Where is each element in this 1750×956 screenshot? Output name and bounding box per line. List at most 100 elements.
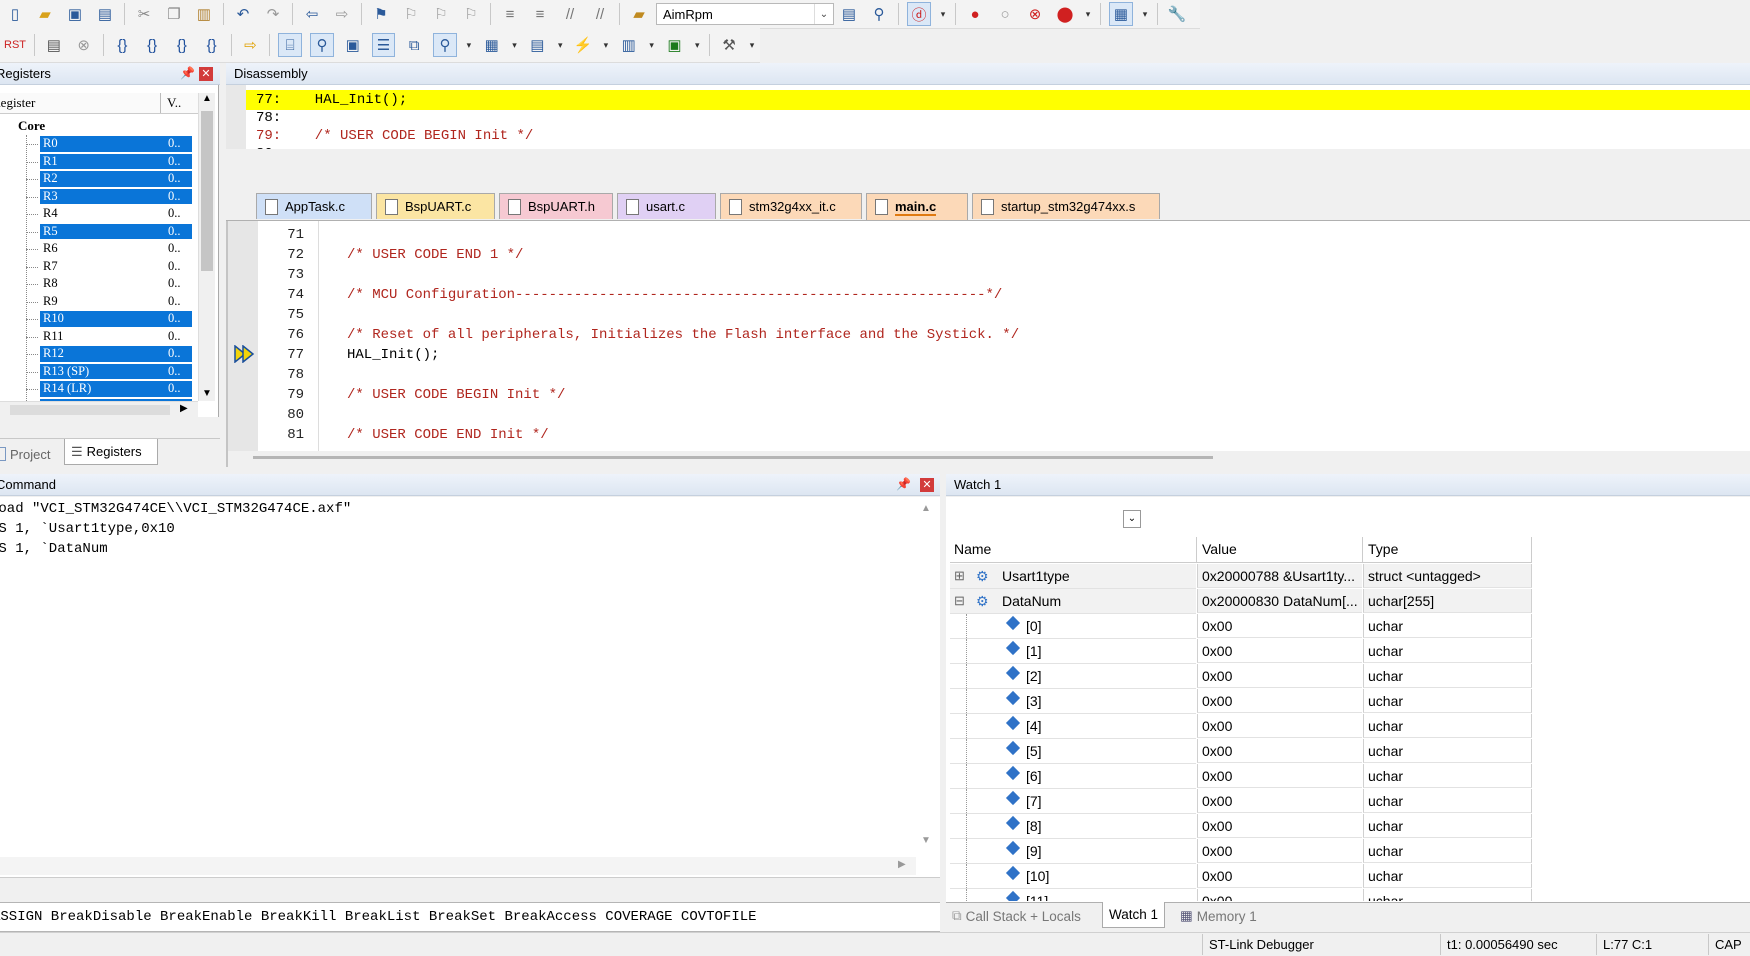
register-row[interactable]: R80.. (0, 276, 198, 292)
save-all-icon[interactable]: ▤ (94, 3, 116, 25)
scroll-right-icon[interactable]: ▶ (898, 859, 906, 870)
tab-registers[interactable]: ☰ Registers (64, 439, 158, 465)
column-register[interactable]: Register (0, 95, 35, 111)
column-type[interactable]: Type (1368, 541, 1398, 557)
paste-icon[interactable]: ▥ (193, 3, 215, 25)
chevron-down-icon[interactable]: ▾ (556, 34, 564, 56)
disassembly-line[interactable]: 77: HAL_Init(); (256, 90, 407, 110)
register-row[interactable]: R30.. (0, 189, 198, 205)
watch-value-cell[interactable]: 0x00 (1197, 689, 1362, 713)
editor-tab[interactable]: main.c (866, 193, 968, 220)
code-line[interactable]: 78 (230, 365, 347, 385)
watch-value-cell[interactable]: 0x00 (1197, 864, 1362, 888)
chevron-down-icon[interactable]: ▾ (748, 34, 756, 56)
chevron-down-icon[interactable]: ▾ (1141, 3, 1149, 25)
column-value[interactable]: Value (1202, 541, 1237, 557)
watch-row[interactable]: [0]0x00uchar (950, 614, 1532, 639)
analysis-window-icon[interactable]: ⚡ (572, 34, 594, 56)
register-row[interactable]: R10.. (0, 154, 198, 170)
watch-value-cell[interactable]: 0x00 (1197, 764, 1362, 788)
copy-icon[interactable]: ❐ (163, 3, 185, 25)
register-row[interactable]: R40.. (0, 206, 198, 222)
uncomment-icon[interactable]: // (589, 3, 611, 25)
watch-row[interactable]: [9]0x00uchar (950, 839, 1532, 864)
register-row[interactable]: R90.. (0, 294, 198, 310)
breakpoint-insert-icon[interactable]: ● (964, 3, 986, 25)
chevron-down-icon[interactable]: ▾ (693, 34, 701, 56)
configure-icon[interactable]: 🔧 (1166, 3, 1188, 25)
watch-filter-combo[interactable]: ⌄ (946, 507, 1143, 529)
watch-value-cell[interactable]: 0x00 (1197, 664, 1362, 688)
watch-value-cell[interactable]: 0x20000830 DataNum[... (1197, 589, 1362, 613)
breakpoint-kill-all-icon[interactable]: ⬤ (1054, 3, 1076, 25)
watch-value-cell[interactable]: 0x00 (1197, 739, 1362, 763)
code-line[interactable]: 81/* USER CODE END Init */ (230, 425, 549, 445)
system-viewer-icon[interactable]: ▣ (664, 34, 686, 56)
breakpoint-disable-icon[interactable]: ○ (994, 3, 1016, 25)
command-output[interactable]: Load "VCI_STM32G474CE\\VCI_STM32G474CE.a… (0, 497, 940, 878)
watch-row[interactable]: [8]0x00uchar (950, 814, 1532, 839)
scroll-thumb[interactable] (201, 111, 213, 271)
scroll-down-icon[interactable]: ▼ (921, 835, 931, 846)
watch-value-cell[interactable]: 0x00 (1197, 839, 1362, 863)
watch-value-cell[interactable]: 0x00 (1197, 639, 1362, 663)
indent-icon[interactable]: ≡ (499, 3, 521, 25)
editor-tab[interactable]: stm32g4xx_it.c (720, 193, 862, 219)
undo-icon[interactable]: ↶ (232, 3, 254, 25)
disassembly-line[interactable]: 78: (256, 108, 281, 128)
chevron-down-icon[interactable]: ▾ (648, 34, 656, 56)
register-row[interactable]: R00.. (0, 136, 198, 152)
code-line[interactable]: 75 (230, 305, 347, 325)
chevron-down-icon[interactable]: ▾ (602, 34, 610, 56)
editor-tab[interactable]: AppTask.c (256, 193, 372, 219)
register-row[interactable]: R13 (SP)0.. (0, 364, 198, 380)
disassembly-line[interactable]: 79: /* USER CODE BEGIN Init */ (256, 126, 533, 146)
watch-row[interactable]: [5]0x00uchar (950, 739, 1532, 764)
redo-icon[interactable]: ↷ (262, 3, 284, 25)
chevron-down-icon[interactable]: ▾ (465, 34, 473, 56)
watch-row[interactable]: ⊟⚙DataNum0x20000830 DataNum[...uchar[255… (950, 589, 1532, 614)
find-in-files-icon[interactable]: ▰ (628, 3, 650, 25)
command-input[interactable]: ASSIGN BreakDisable BreakEnable BreakKil… (0, 902, 940, 932)
debug-session-icon[interactable]: ⓓ (907, 2, 931, 26)
editor-hscrollbar[interactable] (228, 451, 1750, 467)
chevron-down-icon[interactable]: ▾ (939, 3, 947, 25)
new-file-icon[interactable]: ▯ (4, 3, 26, 25)
step-over-icon[interactable]: {} (141, 34, 163, 56)
close-icon[interactable]: ✕ (920, 478, 934, 492)
scroll-down-icon[interactable]: ▼ (202, 388, 212, 399)
watch-value-cell[interactable]: 0x00 (1197, 714, 1362, 738)
watch-window-icon[interactable]: ⚲ (433, 33, 457, 57)
register-row[interactable]: R60.. (0, 241, 198, 257)
cut-icon[interactable]: ✂ (133, 3, 155, 25)
pin-icon[interactable]: 📌 (180, 66, 195, 80)
code-line[interactable]: 74/* MCU Configuration------------------… (230, 285, 1002, 305)
column-name[interactable]: Name (954, 541, 991, 557)
chevron-down-icon[interactable]: ▾ (1084, 3, 1092, 25)
command-hscrollbar[interactable]: ▶ (0, 857, 916, 875)
find-icon[interactable]: ▤ (838, 3, 860, 25)
reset-icon[interactable]: RST (4, 34, 26, 56)
collapse-icon[interactable]: ⊟ (954, 589, 965, 613)
watch-row[interactable]: [6]0x00uchar (950, 764, 1532, 789)
editor-tab[interactable]: startup_stm32g474xx.s (972, 193, 1160, 219)
command-vscrollbar[interactable]: ▲ ▼ (916, 497, 936, 857)
scroll-right-icon[interactable]: ▶ (180, 403, 188, 414)
code-line[interactable]: 79/* USER CODE BEGIN Init */ (230, 385, 565, 405)
register-row[interactable]: R50.. (0, 224, 198, 240)
watch-row[interactable]: [11]0x00uchar (950, 889, 1532, 901)
column-value[interactable]: V.. (167, 95, 181, 111)
breakpoint-disable-all-icon[interactable]: ⊗ (1024, 3, 1046, 25)
registers-vscrollbar[interactable]: ▲ ▼ (198, 93, 215, 401)
tab-project[interactable]: Project (0, 443, 60, 465)
register-row[interactable]: R110.. (0, 329, 198, 345)
code-line[interactable]: 72/* USER CODE END 1 */ (230, 245, 523, 265)
bookmark-clear-icon[interactable]: ⚐ (460, 3, 482, 25)
tab-memory[interactable]: ▦ Memory 1 (1180, 904, 1257, 928)
unindent-icon[interactable]: ≡ (529, 3, 551, 25)
incremental-find-icon[interactable]: ⚲ (868, 3, 890, 25)
call-stack-icon[interactable]: ⧉ (403, 34, 425, 56)
close-icon[interactable]: ✕ (199, 67, 213, 81)
watch-value-cell[interactable]: 0x00 (1197, 614, 1362, 638)
tab-call-stack[interactable]: ⧉ Call Stack + Locals (952, 904, 1081, 928)
